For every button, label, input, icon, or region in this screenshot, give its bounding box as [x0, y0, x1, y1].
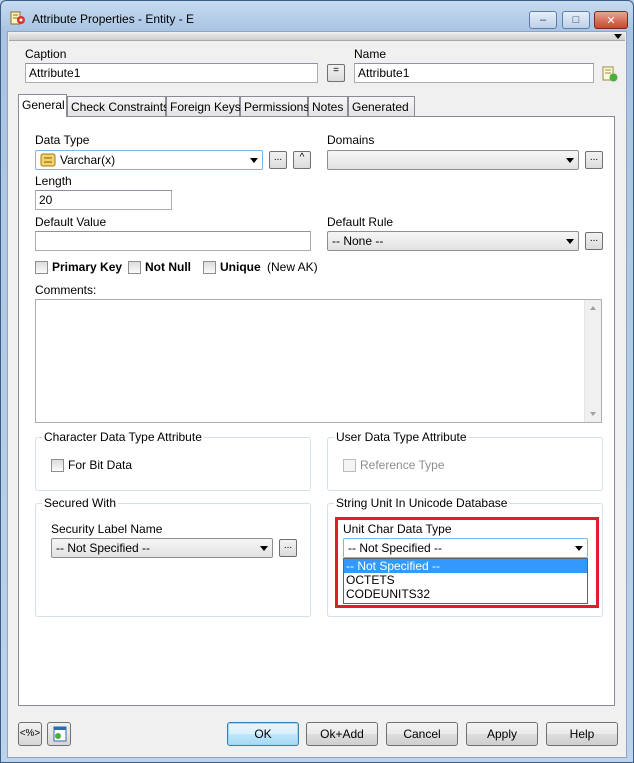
title-bar[interactable]: Attribute Properties - Entity - E – □ ✕ [1, 1, 633, 31]
caption-label: Caption [25, 47, 67, 61]
apply-button[interactable]: Apply [466, 722, 538, 746]
data-type-ellipsis-button[interactable]: ... [269, 151, 287, 169]
cancel-button[interactable]: Cancel [386, 722, 458, 746]
default-value-label: Default Value [35, 215, 107, 229]
reference-type-checkbox[interactable] [343, 459, 356, 472]
general-page: Data Type Varchar(x) ... ^ Domains ... L [18, 116, 615, 706]
default-rule-select[interactable]: -- None -- [327, 231, 579, 251]
chevron-down-icon [566, 239, 574, 244]
data-type-value: Varchar(x) [60, 153, 116, 167]
domains-ellipsis-button[interactable]: ... [585, 151, 603, 169]
varchar-type-icon [40, 153, 56, 167]
view-code-icon: <%> [19, 728, 41, 739]
security-label-name-label: Security Label Name [51, 522, 163, 536]
unit-char-data-type-dropdown[interactable]: -- Not Specified -- OCTETS CODEUNITS32 [343, 558, 588, 604]
primary-key-checkbox[interactable] [35, 261, 48, 274]
tab-foreign-keys[interactable]: Foreign Keys [166, 96, 241, 116]
default-rule-label: Default Rule [327, 215, 394, 229]
data-type-label: Data Type [35, 133, 90, 147]
tab-notes[interactable]: Notes [308, 96, 348, 116]
default-rule-value: -- None -- [332, 234, 384, 248]
not-null-label: Not Null [145, 260, 191, 274]
domains-label: Domains [327, 133, 375, 147]
close-button[interactable]: ✕ [594, 11, 628, 29]
properties-button[interactable] [47, 722, 71, 746]
chevron-down-icon [250, 158, 258, 163]
new-ak-label: (New AK) [267, 260, 318, 274]
dropdown-option-not-specified[interactable]: -- Not Specified -- [344, 559, 587, 573]
security-label-value: -- Not Specified -- [56, 541, 151, 555]
close-icon: ✕ [606, 14, 616, 27]
tab-generated[interactable]: Generated [348, 96, 415, 116]
comments-textarea[interactable] [35, 299, 602, 423]
tab-general[interactable]: General [18, 94, 67, 117]
tab-permissions[interactable]: Permissions [240, 96, 309, 116]
menu-arrow-icon[interactable] [614, 34, 622, 39]
data-type-caret-button[interactable]: ^ [293, 151, 311, 169]
comments-scrollbar[interactable] [584, 300, 601, 422]
chevron-down-icon [260, 546, 268, 551]
maximize-icon: □ [572, 14, 580, 26]
name-label: Name [354, 47, 387, 61]
dialog-window: Attribute Properties - Entity - E – □ ✕ … [0, 0, 634, 763]
default-value-input[interactable] [35, 231, 311, 251]
ok-add-button[interactable]: Ok+Add [306, 722, 378, 746]
equal-button[interactable]: = [327, 64, 345, 82]
dropdown-option-octets[interactable]: OCTETS [344, 573, 587, 587]
user-data-type-group: User Data Type Attribute Reference Type [327, 430, 603, 491]
secured-with-title: Secured With [42, 496, 119, 510]
string-unit-title: String Unit In Unicode Database [334, 496, 510, 510]
ok-button[interactable]: OK [227, 722, 299, 746]
caption-input[interactable]: Attribute1 [25, 63, 318, 83]
dialog-client: Caption Attribute1 = Name Attribute1 Gen… [7, 31, 627, 758]
properties-icon [53, 726, 67, 742]
primary-key-label: Primary Key [52, 260, 123, 274]
for-bit-data-checkbox[interactable] [51, 459, 64, 472]
edit-name-icon[interactable] [602, 66, 618, 82]
char-data-type-title: Character Data Type Attribute [42, 430, 204, 444]
char-data-type-group: Character Data Type Attribute For Bit Da… [35, 430, 311, 491]
window-title: Attribute Properties - Entity - E [32, 12, 195, 26]
scroll-up-icon[interactable] [590, 306, 596, 310]
minimize-icon: – [539, 14, 547, 26]
tab-check-constraints[interactable]: Check Constraints [67, 96, 169, 116]
dropdown-option-codeunits32[interactable]: CODEUNITS32 [344, 587, 587, 601]
security-label-ellipsis-button[interactable]: ... [279, 539, 297, 557]
default-rule-ellipsis-button[interactable]: ... [585, 232, 603, 250]
help-button[interactable]: Help [546, 722, 618, 746]
minimize-button[interactable]: – [529, 11, 557, 29]
length-input[interactable]: 20 [35, 190, 172, 210]
maximize-button[interactable]: □ [562, 11, 590, 29]
comments-label: Comments: [35, 283, 97, 297]
security-label-select[interactable]: -- Not Specified -- [51, 538, 273, 558]
length-label: Length [35, 174, 72, 188]
reference-type-label: Reference Type [360, 458, 445, 472]
user-data-type-title: User Data Type Attribute [334, 430, 469, 444]
unique-checkbox[interactable] [203, 261, 216, 274]
chevron-down-icon [566, 158, 574, 163]
data-type-select[interactable]: Varchar(x) [35, 150, 263, 170]
for-bit-data-label: For Bit Data [68, 458, 133, 472]
name-input[interactable]: Attribute1 [354, 63, 594, 83]
scroll-down-icon[interactable] [590, 412, 596, 416]
not-null-checkbox[interactable] [128, 261, 141, 274]
unique-label: Unique [220, 260, 261, 274]
menu-strip[interactable] [9, 33, 625, 41]
attribute-properties-icon [10, 11, 25, 25]
domains-select[interactable] [327, 150, 579, 170]
view-code-button[interactable]: <%> [18, 722, 42, 746]
secured-with-group: Secured With Security Label Name -- Not … [35, 496, 311, 617]
